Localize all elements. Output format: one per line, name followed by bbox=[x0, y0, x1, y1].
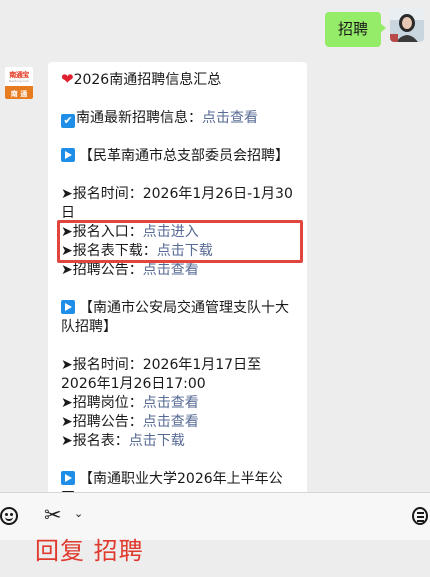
latest-info-line: ✔ 南通最新招聘信息：点击查看 bbox=[61, 109, 295, 128]
job2-post-label: ➤招聘岗位： bbox=[61, 395, 143, 411]
logo-bar-text: 南 通 bbox=[5, 86, 33, 99]
job2-notice-label: ➤招聘公告： bbox=[61, 414, 143, 430]
job1-heading-line: 【民革南通市总支部委员会招聘】 bbox=[61, 147, 295, 166]
job2-time-label: ➤报名时间： bbox=[61, 357, 143, 373]
job1-notice-label: ➤招聘公告： bbox=[61, 262, 143, 278]
job2-post-line: ➤招聘岗位：点击查看 bbox=[61, 394, 295, 413]
job1-notice-link[interactable]: 点击查看 bbox=[143, 262, 199, 278]
job2-heading: 【南通市公安局交通管理支队十大队招聘】 bbox=[61, 300, 289, 335]
message-title: 2026南通招聘信息汇总 bbox=[73, 72, 222, 88]
job3-heading-line: 【南通职业大学2026年上半年公开 bbox=[61, 470, 295, 492]
menu-icon[interactable] bbox=[412, 507, 428, 525]
outgoing-bubble[interactable]: 招聘 bbox=[324, 12, 387, 47]
play-icon bbox=[61, 471, 75, 485]
job1-entry-line: ➤报名入口：点击进入 bbox=[61, 223, 295, 242]
job1-entry-link[interactable]: 点击进入 bbox=[143, 224, 199, 240]
job2-time-line: ➤报名时间：2026年1月17日至2026年1月26日17:00 bbox=[61, 356, 295, 394]
job1-heading: 【民革南通市总支部委员会招聘】 bbox=[79, 148, 289, 164]
job2-heading-line: 【南通市公安局交通管理支队十大队招聘】 bbox=[61, 299, 295, 337]
job1-form-line: ➤报名表下载：点击下载 bbox=[61, 242, 295, 261]
chat-area: 招聘 南通宝 Nantong.com 南 通 ❤2026南通招聘信息汇总 ✔ 南通… bbox=[0, 0, 430, 492]
account-avatar[interactable]: 南通宝 Nantong.com 南 通 bbox=[4, 66, 34, 100]
job2-form-link[interactable]: 点击下载 bbox=[129, 433, 185, 449]
scissors-icon[interactable]: ✂ bbox=[44, 503, 62, 527]
job2-form-label: ➤报名表： bbox=[61, 433, 129, 449]
job1-form-link[interactable]: 点击下载 bbox=[157, 243, 213, 259]
job2-notice-link[interactable]: 点击查看 bbox=[143, 414, 199, 430]
message-title-line: ❤2026南通招聘信息汇总 bbox=[61, 70, 295, 90]
job2-form-line: ➤报名表：点击下载 bbox=[61, 432, 295, 451]
checkbox-icon: ✔ bbox=[61, 114, 75, 128]
job1-time-label: ➤报名时间： bbox=[61, 186, 143, 202]
job1-form-label: ➤报名表下载： bbox=[61, 243, 157, 259]
input-bar: ✂ ⌄ bbox=[0, 492, 430, 540]
latest-info-link[interactable]: 点击查看 bbox=[202, 110, 258, 126]
account-logo: 南通宝 Nantong.com bbox=[5, 67, 33, 86]
reply-caption: 回复 招聘 bbox=[35, 537, 144, 565]
job2-notice-line: ➤招聘公告：点击查看 bbox=[61, 413, 295, 432]
play-icon bbox=[61, 148, 75, 162]
job3-heading: 【南通职业大学2026年上半年公开 bbox=[61, 471, 283, 492]
user-avatar[interactable] bbox=[390, 8, 424, 42]
latest-info-label: 南通最新招聘信息： bbox=[76, 110, 202, 126]
logo-main-text: 南通宝 bbox=[9, 70, 29, 79]
user-avatar-image bbox=[390, 8, 424, 42]
outgoing-message-row: 招聘 bbox=[324, 8, 424, 47]
job1-entry-label: ➤报名入口： bbox=[61, 224, 143, 240]
job1-time-line: ➤报名时间：2026年1月26日-1月30日 bbox=[61, 185, 295, 223]
play-icon bbox=[61, 300, 75, 314]
emoji-icon[interactable] bbox=[0, 507, 18, 525]
job1-notice-line: ➤招聘公告：点击查看 bbox=[61, 261, 295, 280]
logo-sub-text: Nantong.com bbox=[8, 78, 30, 83]
incoming-bubble: ❤2026南通招聘信息汇总 ✔ 南通最新招聘信息：点击查看 【民革南通市总支部委员… bbox=[48, 62, 307, 492]
chevron-down-icon[interactable]: ⌄ bbox=[74, 507, 83, 521]
job2-post-link[interactable]: 点击查看 bbox=[143, 395, 199, 411]
heart-icon: ❤ bbox=[61, 70, 74, 88]
